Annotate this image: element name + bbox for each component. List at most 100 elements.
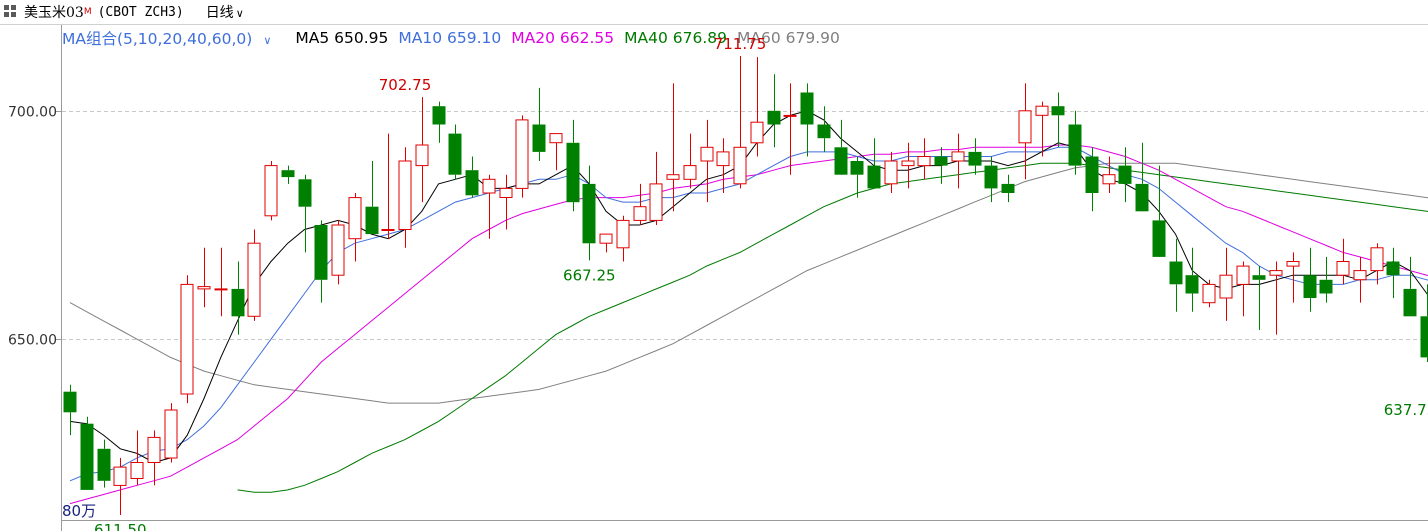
candle [817,106,831,152]
candle [633,183,647,225]
candle-body-down [97,448,111,481]
candle [582,165,596,261]
candle-body-down [314,225,328,280]
candle-body-down [1118,165,1132,184]
candle [1286,252,1300,303]
candle [130,430,144,486]
candle [666,83,680,212]
candle-body-up [549,133,563,144]
candle [180,275,194,404]
ma40-line [237,162,1428,493]
candle-body-up [1236,265,1250,285]
candle [867,138,881,189]
candle [214,247,228,317]
candle [1386,247,1400,299]
candle-body-up [599,233,613,244]
candle-body-up [247,242,261,317]
candle-body-up [381,229,395,231]
candle-body-up [415,144,429,167]
candle-body-down [1085,156,1099,193]
candle-body-up [666,174,680,180]
candle-body-down [1403,288,1417,317]
candle [80,416,94,490]
candle-body-up [884,160,898,185]
candle [264,161,278,221]
candle-body-down [817,124,831,139]
candle-body-up [113,466,127,486]
candle [917,138,931,180]
candle-body-down [80,423,94,490]
candle [616,215,630,262]
candle [1035,101,1049,157]
candle-body-up [197,286,211,290]
candle [716,138,730,193]
candle-body-down [1420,316,1428,358]
candle-body-down [582,183,596,244]
candle [767,74,781,148]
candle [1303,247,1317,312]
candle [884,151,898,193]
candlestick-chart[interactable]: 700.00 650.00 702.75 711.75 667.25 611.50 637… [0,0,1428,531]
candle-body-up [1269,270,1283,276]
candle-body-up [917,156,931,167]
candle [1185,247,1199,312]
candle [1152,165,1166,257]
candle [1269,261,1283,335]
candle [1403,256,1417,317]
candle-body-up [515,119,529,189]
candle-body-down [800,92,814,125]
candle-body-up [482,178,496,194]
candle [1420,284,1428,362]
candle [834,119,848,175]
candle-body-down [1068,124,1082,166]
price-annotation: 711.75 [714,35,767,53]
candle-body-up [901,160,915,167]
candle [1219,247,1233,321]
candle [147,430,161,486]
candle-body-down [834,147,848,175]
candle [968,138,982,175]
candle-body-up [130,462,144,479]
candle [448,124,462,180]
candle [197,247,211,308]
candle [901,142,915,189]
candle-body-up [1370,247,1384,272]
y-tick-label: 650.00 [8,333,57,349]
candle [1102,156,1116,193]
price-annotation: 667.25 [563,266,616,284]
candle [1336,238,1350,285]
candle-body-down [1135,183,1149,212]
candle-body-up [1353,270,1367,281]
candle [281,165,295,184]
candle [566,119,580,212]
candle-body-up [633,206,647,221]
candle [381,133,395,239]
candle-body-up [1102,174,1116,185]
candle [97,439,111,488]
price-annotation: 611.50 [94,521,147,531]
candle-body-down [298,179,312,207]
candle-body-up [1035,105,1049,116]
candle-body-up [750,121,764,144]
candle-body-down [1001,183,1015,193]
candle-body-down [63,391,77,413]
candle [800,83,814,157]
candle-body-down [1169,261,1183,285]
candle [415,97,429,203]
candle [231,261,245,335]
candle [314,220,328,303]
candle-body-up [499,187,513,198]
candle-body-up [1219,274,1233,299]
candle [298,174,312,253]
candle [465,156,479,198]
candle [515,115,529,198]
candle [649,151,663,225]
candle [683,133,697,189]
candle-body-down [1252,275,1266,280]
candle [164,403,178,463]
candle-body-up [164,409,178,459]
candle-body-up [716,151,730,167]
candle [1051,92,1065,148]
candle-body-up [147,436,161,463]
candle [783,83,797,175]
